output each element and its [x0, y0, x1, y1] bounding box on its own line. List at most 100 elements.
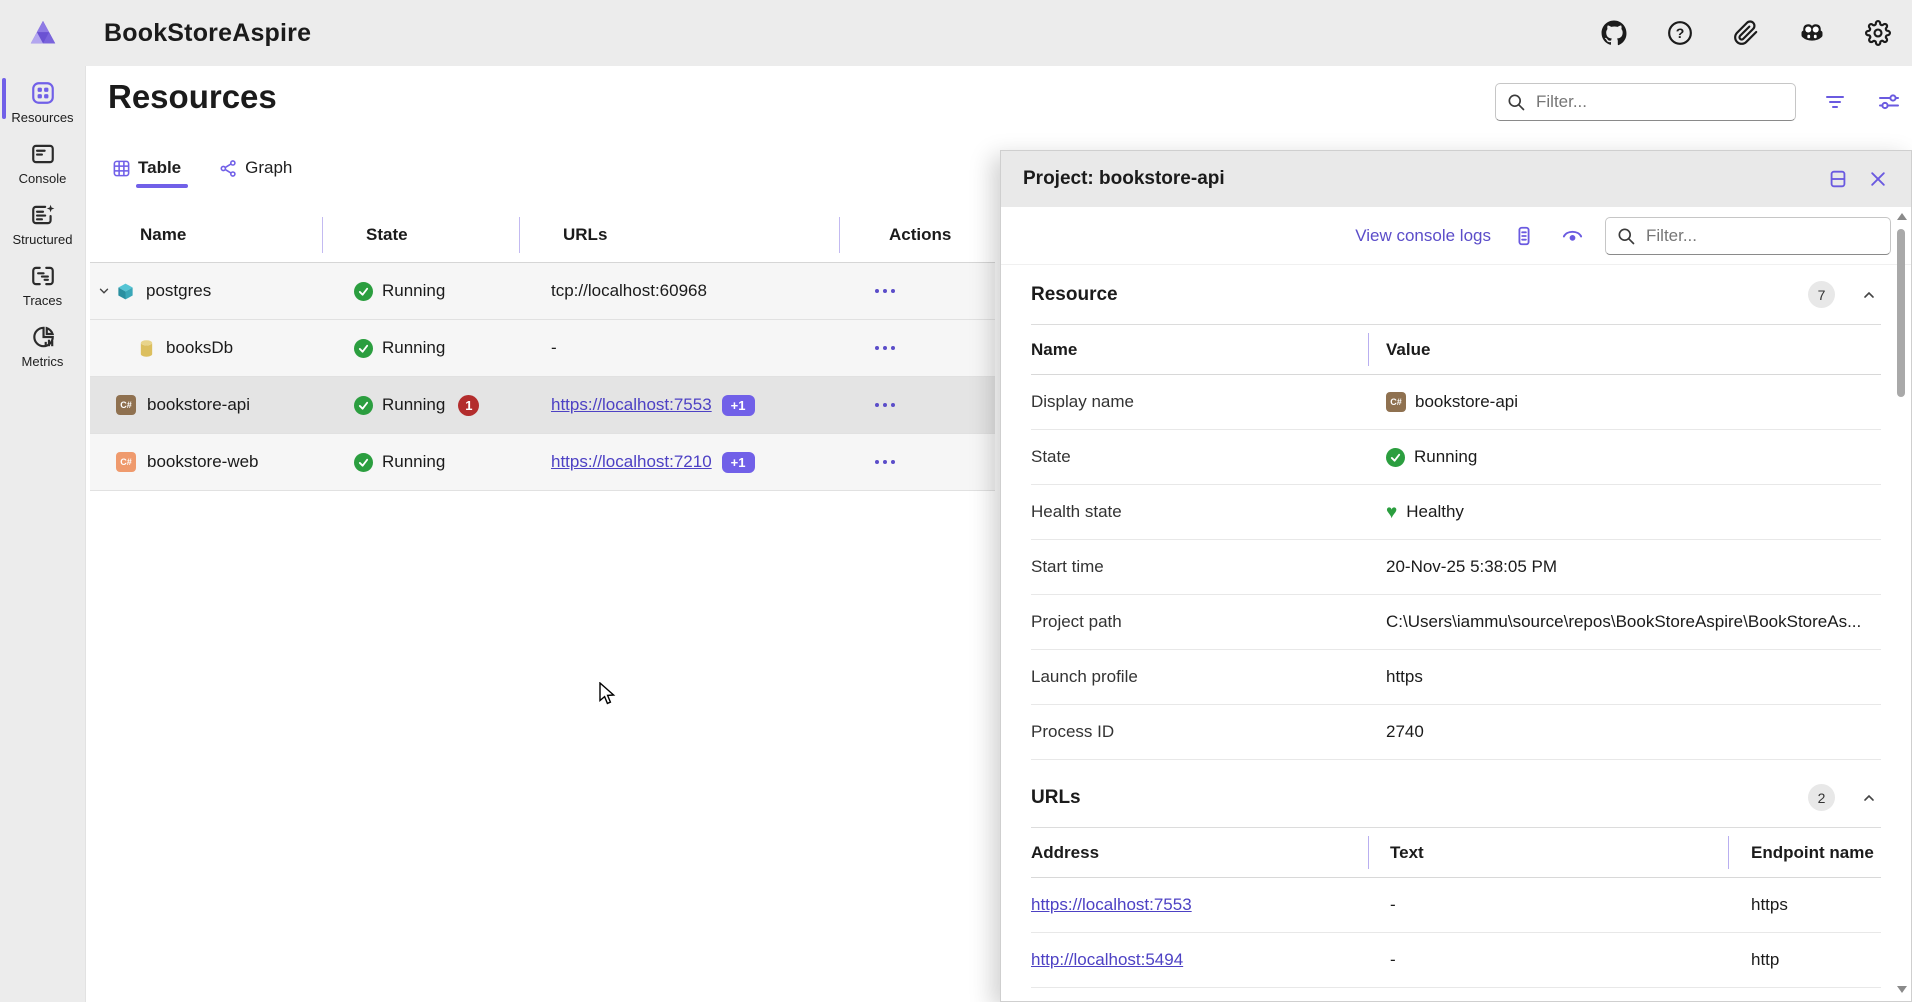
close-icon[interactable] — [1863, 164, 1893, 194]
property-value: 20-Nov-25 5:38:05 PM — [1386, 557, 1557, 577]
running-status-icon — [354, 453, 373, 472]
property-row-launch-profile: Launch profile https — [1031, 650, 1881, 705]
page-title: Resources — [108, 78, 277, 116]
structured-logs-icon — [30, 202, 56, 228]
column-header-text: Text — [1368, 828, 1728, 877]
url-text: tcp://localhost:60968 — [551, 281, 707, 301]
section-count-badge: 2 — [1808, 784, 1835, 811]
endpoint-url-link[interactable]: https://localhost:7553 — [1031, 895, 1192, 914]
table-row-postgres[interactable]: postgres Running tcp://localhost:60968 — [90, 263, 995, 320]
scroll-down-arrow-icon[interactable] — [1897, 986, 1907, 993]
resource-name: bookstore-api — [147, 395, 250, 415]
running-status-icon — [1386, 448, 1405, 467]
sidebar-item-resources[interactable]: Resources — [0, 72, 85, 133]
scroll-up-arrow-icon[interactable] — [1897, 213, 1907, 220]
property-value: bookstore-api — [1415, 392, 1518, 412]
help-icon[interactable]: ? — [1666, 19, 1694, 47]
section-title: Resource — [1031, 284, 1118, 306]
sidebar-item-label: Traces — [23, 293, 62, 308]
search-icon — [1616, 226, 1636, 246]
view-tabs: Table Graph — [110, 154, 294, 188]
visible-columns-sliders-icon[interactable] — [1874, 87, 1904, 117]
column-header-endpoint-name: Endpoint name — [1728, 828, 1881, 877]
more-urls-badge[interactable]: +1 — [722, 395, 755, 416]
url-text-value: - — [1368, 950, 1728, 970]
property-row-display-name: Display name C# bookstore-api — [1031, 375, 1881, 430]
details-filter-input[interactable] — [1646, 226, 1880, 246]
tab-label: Graph — [245, 158, 292, 178]
details-panel-header: Project: bookstore-api — [1001, 151, 1911, 207]
state-text: Running — [382, 452, 445, 472]
column-header-name: Name — [1031, 325, 1368, 374]
filter-types-icon[interactable] — [1820, 87, 1850, 117]
property-row-project-path: Project path C:\Users\iammu\source\repos… — [1031, 595, 1881, 650]
endpoint-url-link[interactable]: https://localhost:7553 — [551, 395, 712, 415]
resource-filter-box — [1495, 83, 1796, 121]
sidebar-item-label: Metrics — [22, 354, 64, 369]
chevron-down-icon[interactable] — [96, 284, 112, 298]
chevron-up-icon[interactable] — [1861, 790, 1877, 806]
url-row-http: http://localhost:5494 - http — [1031, 933, 1881, 988]
resource-filter-input[interactable] — [1536, 92, 1785, 112]
resource-section-header[interactable]: Resource 7 — [1031, 265, 1881, 325]
svg-text:?: ? — [1676, 25, 1685, 41]
search-icon — [1506, 92, 1526, 112]
unmask-values-eye-icon[interactable] — [1557, 221, 1587, 251]
scrollbar-thumb[interactable] — [1897, 229, 1905, 397]
column-header-state: State — [322, 208, 519, 262]
copilot-icon[interactable] — [1798, 19, 1826, 47]
more-urls-badge[interactable]: +1 — [722, 452, 755, 473]
tab-label: Table — [138, 158, 181, 178]
resource-name: bookstore-web — [147, 452, 259, 472]
log-document-icon[interactable] — [1509, 221, 1539, 251]
endpoint-url-link[interactable]: http://localhost:5494 — [1031, 950, 1183, 969]
tab-graph[interactable]: Graph — [217, 154, 294, 188]
table-row-booksdb[interactable]: booksDb Running - — [90, 320, 995, 377]
chevron-up-icon[interactable] — [1861, 287, 1877, 303]
state-text: Running — [382, 281, 445, 301]
more-actions-button[interactable] — [869, 454, 901, 470]
console-icon — [30, 141, 56, 167]
urls-section-header[interactable]: URLs 2 — [1031, 768, 1881, 828]
details-panel-title: Project: bookstore-api — [1023, 168, 1225, 190]
healthy-heart-icon: ♥ — [1386, 503, 1397, 522]
resources-table-header: Name State URLs Actions — [90, 208, 995, 263]
column-header-actions: Actions — [839, 208, 995, 262]
resource-name: booksDb — [166, 338, 233, 358]
urls-table-header: Address Text Endpoint name — [1031, 828, 1881, 878]
state-text: Running — [382, 395, 445, 415]
endpoint-url-link[interactable]: https://localhost:7210 — [551, 452, 712, 472]
state-text: Running — [382, 338, 445, 358]
panel-scrollbar[interactable] — [1895, 211, 1907, 995]
sidebar-item-metrics[interactable]: Metrics — [0, 316, 85, 377]
sidebar: Resources Console Structured Traces Metr… — [0, 66, 86, 1002]
tab-table[interactable]: Table — [110, 154, 183, 188]
property-row-state: State Running — [1031, 430, 1881, 485]
more-actions-button[interactable] — [869, 283, 901, 299]
sidebar-item-traces[interactable]: Traces — [0, 255, 85, 316]
sidebar-item-label: Console — [19, 171, 67, 186]
sidebar-item-label: Structured — [13, 232, 73, 247]
resource-name: postgres — [146, 281, 211, 301]
split-panel-icon[interactable] — [1823, 164, 1853, 194]
running-status-icon — [354, 339, 373, 358]
resource-details-panel: Project: bookstore-api View console logs… — [1000, 150, 1912, 1002]
sidebar-item-structured[interactable]: Structured — [0, 194, 85, 255]
sidebar-item-console[interactable]: Console — [0, 133, 85, 194]
view-console-logs-link[interactable]: View console logs — [1355, 226, 1491, 246]
sidebar-item-label: Resources — [11, 110, 73, 125]
details-panel-body: Resource 7 Name Value Display name C# bo… — [1001, 265, 1911, 988]
settings-gear-icon[interactable] — [1864, 19, 1892, 47]
more-actions-button[interactable] — [869, 397, 901, 413]
error-count-badge[interactable]: 1 — [458, 395, 479, 416]
column-header-value: Value — [1368, 325, 1881, 374]
paperclip-icon[interactable] — [1732, 19, 1760, 47]
resources-grid-icon — [30, 80, 56, 106]
more-actions-button[interactable] — [869, 340, 901, 356]
table-row-bookstore-api[interactable]: C# bookstore-api Running 1 https://local… — [90, 377, 995, 434]
url-row-https: https://localhost:7553 - https — [1031, 878, 1881, 933]
table-row-bookstore-web[interactable]: C# bookstore-web Running https://localho… — [90, 434, 995, 491]
column-header-address: Address — [1031, 828, 1368, 877]
resource-properties-header: Name Value — [1031, 325, 1881, 375]
github-icon[interactable] — [1600, 19, 1628, 47]
